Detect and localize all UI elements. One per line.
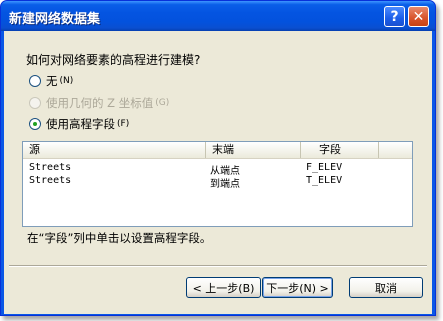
table-header: 源 末端 字段 bbox=[23, 142, 412, 159]
elevation-fields-table[interactable]: 源 末端 字段 Streets 从端点 F_ELEV Streets 到端点 T… bbox=[22, 141, 413, 227]
dialog-window: 新建网络数据集 ? ✕ 如何对网络要素的高程进行建模? 无 (N) 使用几何的 … bbox=[0, 0, 436, 316]
table-cell-field[interactable]: F_ELEV bbox=[306, 162, 342, 173]
help-icon: ? bbox=[390, 8, 399, 25]
table-cell-end: 到端点 bbox=[210, 179, 240, 190]
column-header-source[interactable]: 源 bbox=[23, 142, 206, 158]
window-title: 新建网络数据集 bbox=[9, 12, 101, 27]
table-row[interactable]: Streets 到端点 T_ELEV bbox=[23, 175, 412, 190]
table-cell-source: Streets bbox=[29, 175, 72, 186]
radio-none[interactable]: 无 (N) bbox=[29, 73, 73, 89]
table-cell-source: Streets bbox=[29, 162, 72, 173]
title-bar[interactable]: 新建网络数据集 ? ✕ bbox=[1, 1, 435, 31]
instruction-note: 在“字段”列中单击以设置高程字段。 bbox=[27, 231, 212, 245]
radio-geometry-z-label: 使用几何的 Z 坐标值 bbox=[46, 96, 154, 110]
dialog-body: 如何对网络要素的高程进行建模? 无 (N) 使用几何的 Z 坐标值 (G) 使用… bbox=[4, 31, 432, 314]
radio-geometry-z-shortcut: (G) bbox=[155, 98, 170, 108]
radio-none-label: 无 bbox=[46, 74, 58, 88]
next-button[interactable]: 下一步(N) > bbox=[262, 277, 333, 298]
table-cell-field[interactable]: T_ELEV bbox=[306, 175, 342, 186]
separator bbox=[9, 265, 427, 267]
radio-elevation-field[interactable]: 使用高程字段 (F) bbox=[29, 116, 129, 132]
radio-button-icon bbox=[29, 75, 41, 87]
radio-none-shortcut: (N) bbox=[59, 76, 74, 86]
help-button[interactable]: ? bbox=[384, 6, 405, 27]
column-header-end[interactable]: 末端 bbox=[206, 142, 301, 158]
radio-geometry-z: 使用几何的 Z 坐标值 (G) bbox=[29, 95, 169, 111]
prompt-heading: 如何对网络要素的高程进行建模? bbox=[26, 53, 201, 67]
radio-elevation-field-label: 使用高程字段 bbox=[46, 117, 115, 131]
radio-button-checked-icon bbox=[29, 118, 41, 130]
close-button[interactable]: ✕ bbox=[408, 6, 429, 27]
close-icon: ✕ bbox=[412, 8, 425, 25]
table-row[interactable]: Streets 从端点 F_ELEV bbox=[23, 162, 412, 177]
back-button[interactable]: < 上一步(B) bbox=[186, 277, 261, 298]
column-header-field[interactable]: 字段 bbox=[301, 142, 379, 158]
radio-button-icon bbox=[29, 97, 41, 109]
radio-elevation-field-shortcut: (F) bbox=[117, 119, 130, 129]
cancel-button[interactable]: 取消 bbox=[349, 277, 423, 298]
